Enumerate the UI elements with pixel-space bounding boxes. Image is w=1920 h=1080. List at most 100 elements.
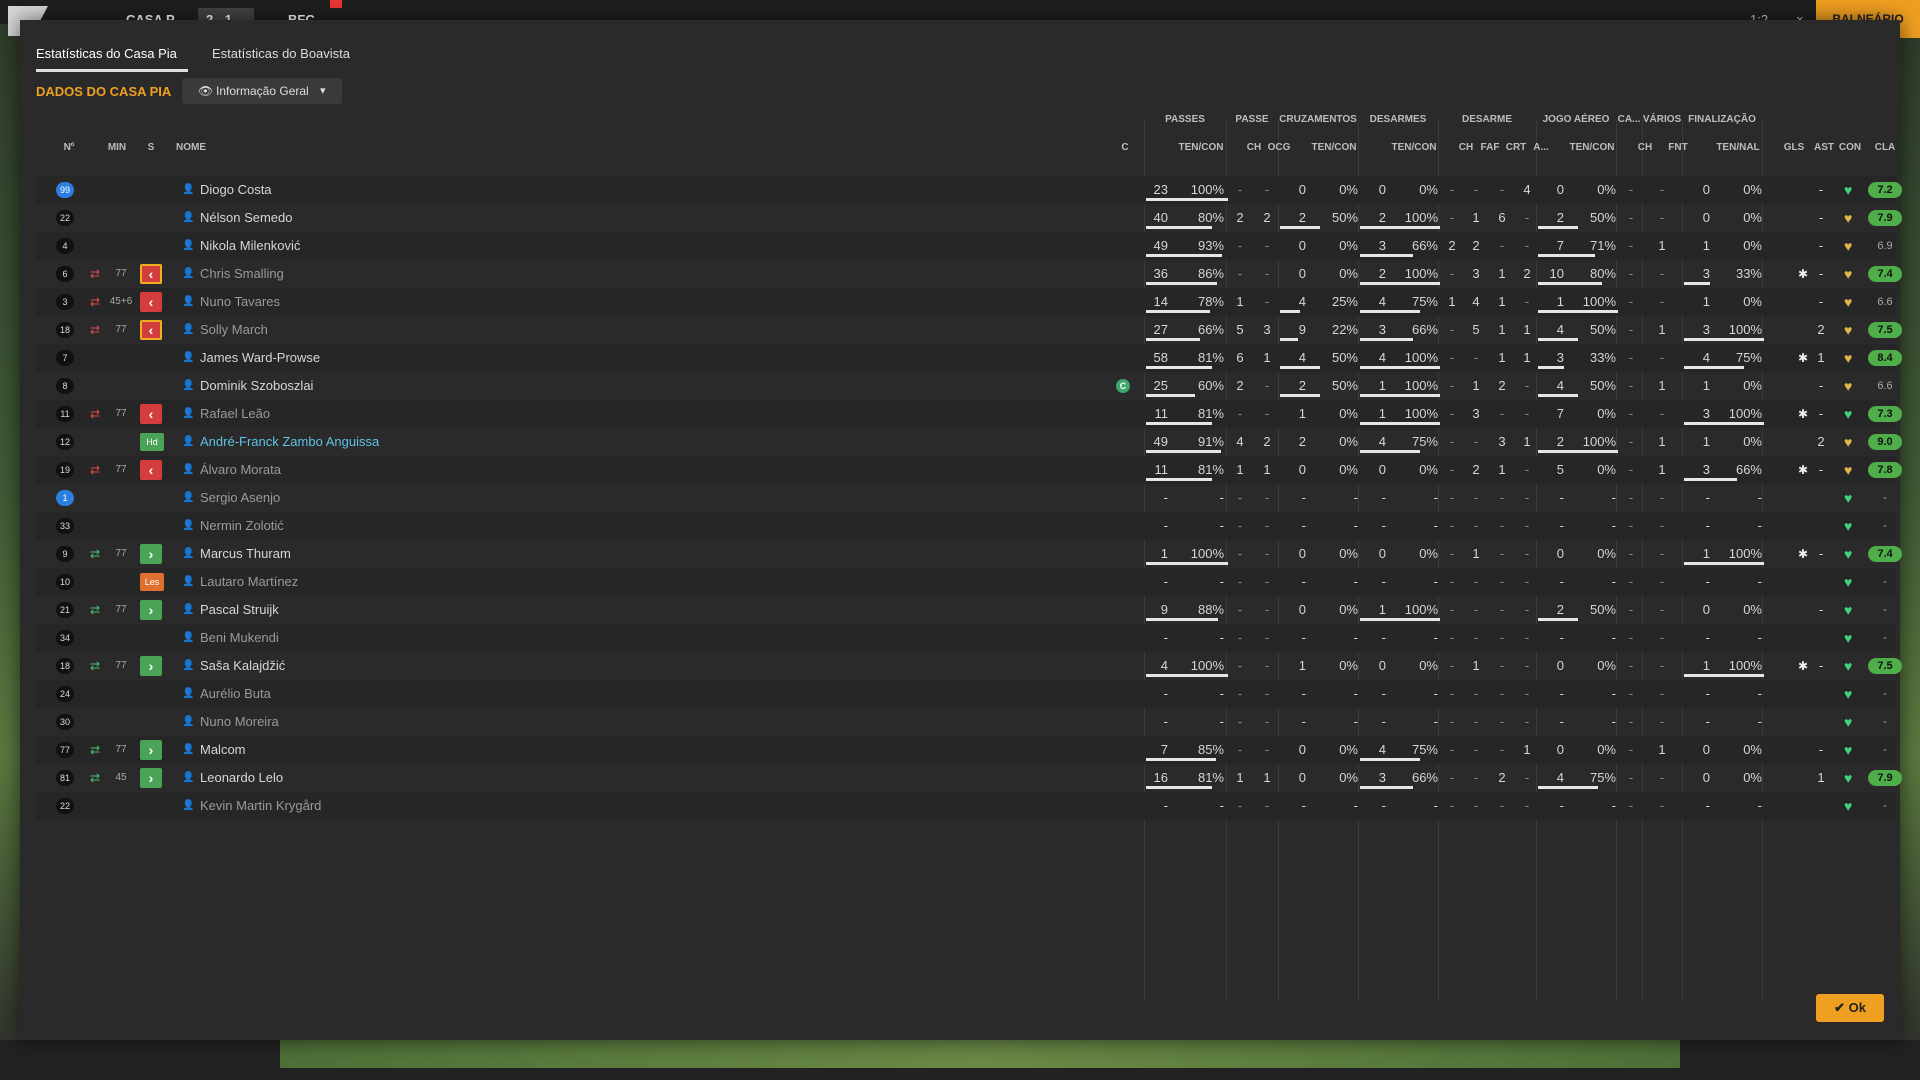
chances-created: - <box>1264 574 1270 589</box>
player-name[interactable]: Dominik Szoboszlai <box>200 372 313 400</box>
group-header-ca: CA... <box>1617 114 1641 125</box>
table-row[interactable]: 33 👤 Nermin Zolotić - - - - - - - - - - - - - - - - - - ♥ - <box>36 512 1896 540</box>
player-name[interactable]: Saša Kalajdžić <box>200 652 285 680</box>
condition-heart-icon: ♥ <box>1844 434 1853 450</box>
column-header-dch[interactable]: CH <box>1456 142 1476 153</box>
table-row[interactable]: 18 ⇄ 77 › 👤 Saša Kalajdžić 4 100% - -1 0% 0 0% -1- -0 0… <box>36 652 1902 680</box>
table-row[interactable]: 22 👤 Nélson Semedo 40 80% 2 2 2 50% 2 100% -1 6-2 50%… <box>36 204 1902 232</box>
tab-away-stats[interactable]: Estatísticas do Boavista <box>212 46 350 69</box>
table-row[interactable]: 8 👤 Dominik Szoboszlai C 25 60% 2-2 50% 1 100% -1 2… <box>36 372 1896 400</box>
player-name[interactable]: Marcus Thuram <box>200 540 291 568</box>
column-header-s[interactable]: S <box>144 142 158 153</box>
tackle-key: - <box>1449 714 1455 729</box>
column-header-dcrt[interactable]: CRT <box>1504 142 1528 153</box>
player-name[interactable]: Beni Mukendi <box>200 624 279 652</box>
player-name[interactable]: Nélson Semedo <box>200 204 293 232</box>
tackle-key: - <box>1449 658 1455 673</box>
headers-attempted: - <box>1559 686 1564 701</box>
table-row[interactable]: 12 Hd 👤 André-Franck Zambo Anguissa 49 91% 4 2 2… <box>36 428 1902 456</box>
column-header-pch[interactable]: CH <box>1244 142 1264 153</box>
player-name[interactable]: Malcom <box>200 736 246 764</box>
table-row[interactable]: 7 👤 James Ward-Prowse 58 81% 6 1 4 50% 4 100% - -1 1 3… <box>36 344 1902 372</box>
player-name[interactable]: Sergio Asenjo <box>200 484 280 512</box>
shots: - <box>1705 490 1710 505</box>
condition-heart-icon: ♥ <box>1844 238 1853 254</box>
column-header-ds_tc[interactable]: TEN/CON <box>1374 142 1454 153</box>
column-header-no[interactable]: Nº <box>56 142 82 153</box>
crosses-bar <box>1280 338 1298 341</box>
player-name[interactable]: Lautaro Martínez <box>200 568 298 596</box>
table-row[interactable]: 81 ⇄ 45 › 👤 Leonardo Lelo 16 81% 1 1 0 0% 3 66% - -2-4 7… <box>36 764 1902 792</box>
view-dropdown[interactable]: 👁 Informação Geral ▾ <box>182 78 342 104</box>
player-name[interactable]: Nermin Zolotić <box>200 512 284 540</box>
column-header-gls[interactable]: GLS <box>1782 142 1806 153</box>
tackle-key: - <box>1449 602 1455 617</box>
key-passes: 6 <box>1236 350 1244 365</box>
column-header-con[interactable]: CON <box>1836 142 1864 153</box>
column-header-fnt[interactable]: FNT <box>1660 142 1696 153</box>
column-header-cz_tc[interactable]: TEN/CON <box>1294 142 1374 153</box>
person-icon: 👤 <box>182 800 195 811</box>
table-row[interactable]: 1 👤 Sergio Asenjo - - - - - - - - - - - - - - - - - - ♥ - <box>36 484 1896 512</box>
column-header-dfaf[interactable]: FAF <box>1478 142 1502 153</box>
player-name[interactable]: Nuno Moreira <box>200 708 279 736</box>
player-name[interactable]: James Ward-Prowse <box>200 344 320 372</box>
player-name[interactable]: Álvaro Morata <box>200 456 281 484</box>
column-header-min[interactable]: MIN <box>102 142 132 153</box>
player-name[interactable]: Nuno Tavares <box>200 288 280 316</box>
table-row[interactable]: 3 ⇄ 45+6 ‹ 👤 Nuno Tavares 14 78% 1-4 25% 4 75% 1 4 1-1… <box>36 288 1896 316</box>
column-header-c[interactable]: C <box>1118 142 1132 153</box>
table-row[interactable]: 11 ⇄ 77 ‹ 👤 Rafael Leão 11 81% - -1 0% 1 100% -3- -7 0%… <box>36 400 1902 428</box>
tackle-key: - <box>1449 210 1455 225</box>
shots-pct: 0% <box>1743 742 1762 757</box>
table-row[interactable]: 77 ⇄ 77 › 👤 Malcom 7 85% - -0 0% 4 75% - - -1 0 0% -1 0 0% - ♥… <box>36 736 1896 764</box>
player-name[interactable]: Rafael Leão <box>200 400 270 428</box>
column-header-pas_tc[interactable]: TEN/CON <box>1160 142 1242 153</box>
key-passes: 1 <box>1236 770 1244 785</box>
sub-out-icon: ⇄ <box>90 295 101 309</box>
player-name[interactable]: Kevin Martin Krygård <box>200 792 321 820</box>
player-name[interactable]: Solly March <box>200 316 268 344</box>
column-header-cla[interactable]: CLA <box>1870 142 1900 153</box>
tackles-attempted: - <box>1381 518 1386 533</box>
ok-button[interactable]: ✔ Ok <box>1816 994 1884 1022</box>
player-name[interactable]: Pascal Struijk <box>200 596 279 624</box>
player-name[interactable]: Aurélio Buta <box>200 680 271 708</box>
column-header-nome[interactable]: NOME <box>176 142 236 153</box>
table-row[interactable]: 18 ⇄ 77 ‹ 👤 Solly March 27 66% 5 3 9 22% 3 66% -5 1 1 4 50… <box>36 316 1902 344</box>
tackle-extra: - <box>1524 238 1530 253</box>
condition-heart-icon: ♥ <box>1844 182 1853 198</box>
tackles-pct: - <box>1433 798 1438 813</box>
crosses-pct: - <box>1353 798 1358 813</box>
column-header-ast[interactable]: AST <box>1812 142 1836 153</box>
column-header-ja_tc[interactable]: TEN/CON <box>1552 142 1632 153</box>
table-row[interactable]: 6 ⇄ 77 ‹ 👤 Chris Smalling 36 86% - -0 0% 2 100% -3 1 2 1… <box>36 260 1902 288</box>
table-row[interactable]: 10 Les 👤 Lautaro Martínez - - - - - - - - - - - - - - - - - -… <box>36 568 1896 596</box>
table-row[interactable]: 30 👤 Nuno Moreira - - - - - - - - - - - - - - - - - - ♥ - <box>36 708 1896 736</box>
tackle-key: - <box>1449 182 1455 197</box>
player-name[interactable]: Chris Smalling <box>200 260 284 288</box>
column-header-da[interactable]: A... <box>1530 142 1552 153</box>
table-row[interactable]: 22 👤 Kevin Martin Krygård - - - - - - - - - - - - - - - - -… <box>36 792 1896 820</box>
sub-out-icon: ⇄ <box>90 323 101 337</box>
player-name[interactable]: Nikola Milenković <box>200 232 300 260</box>
table-row[interactable]: 4 👤 Nikola Milenković 49 93% - -0 0% 3 66% 2 2- -7 71… <box>36 232 1896 260</box>
player-name[interactable]: André-Franck Zambo Anguissa <box>200 428 379 456</box>
table-row[interactable]: 34 👤 Beni Mukendi - - - - - - - - - - - - - - - - - - ♥ - <box>36 624 1896 652</box>
column-header-pocg[interactable]: OCG <box>1266 142 1292 153</box>
table-row[interactable]: 21 ⇄ 77 › 👤 Pascal Struijk 9 88% - -0 0% 1 100% - - - -2… <box>36 596 1896 624</box>
minutes-played: 77 <box>115 548 127 559</box>
column-header-fin_tn[interactable]: TEN/NAL <box>1698 142 1778 153</box>
shots-pct: - <box>1757 630 1762 645</box>
fouls-suffered: - <box>1659 266 1665 281</box>
passes-bar <box>1146 254 1222 257</box>
table-row[interactable]: 24 👤 Aurélio Buta - - - - - - - - - - - - - - - - - - ♥ - <box>36 680 1896 708</box>
tab-home-stats[interactable]: Estatísticas do Casa Pia <box>36 46 188 72</box>
player-name[interactable]: Diogo Costa <box>200 176 272 204</box>
table-row[interactable]: 19 ⇄ 77 ‹ 👤 Álvaro Morata 11 81% 1 1 0 0% 0 0% -2 1-5 0%… <box>36 456 1902 484</box>
table-row[interactable]: 9 ⇄ 77 › 👤 Marcus Thuram 1 100% - -0 0% 0 0% -1- -0 0% -… <box>36 540 1902 568</box>
player-name[interactable]: Leonardo Lelo <box>200 764 283 792</box>
condition-heart-icon: ♥ <box>1844 266 1853 282</box>
column-header-cach[interactable]: CH <box>1634 142 1656 153</box>
table-row[interactable]: 99 👤 Diogo Costa 23 100% - -0 0% 0 0% - - -4 0 0% - -0 0%… <box>36 176 1902 204</box>
